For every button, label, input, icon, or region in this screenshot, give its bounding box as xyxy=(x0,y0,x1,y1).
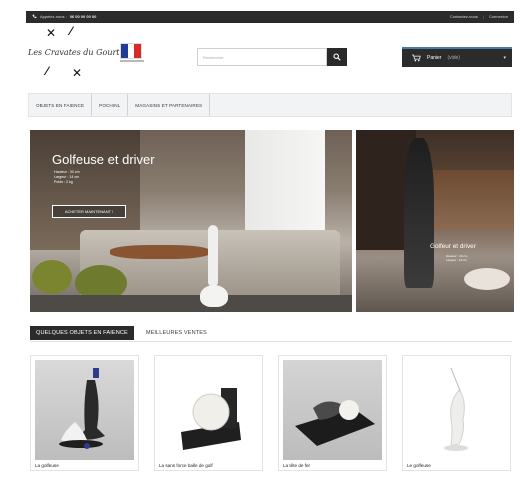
cart-count: (vide) xyxy=(447,55,460,61)
phone-info: Appelez-nous : 06 00 00 00 00 xyxy=(32,14,96,19)
product-image[interactable] xyxy=(159,360,258,460)
banner-golfer-statue xyxy=(404,138,434,288)
search-button[interactable] xyxy=(327,48,347,66)
golfeuse-statue xyxy=(444,367,468,451)
nav-item-magasins[interactable]: MAGASINS ET PARTENAIRES xyxy=(128,94,211,116)
product-name[interactable]: La tête de fer xyxy=(283,463,310,468)
chevron-down-icon: ▾ xyxy=(503,55,506,61)
flag-blue-stripe xyxy=(121,44,128,58)
banner-shelf xyxy=(426,170,514,230)
hero-banner-side[interactable]: Golfeur et driver Hauteur : 40 cm Largeu… xyxy=(356,130,514,312)
hero-banner-main[interactable]: Golfeuse et driver Hauteur : 30 cm Large… xyxy=(30,130,352,312)
product-card[interactable]: La golfeuse xyxy=(30,355,139,471)
golfeuse-figure xyxy=(59,368,105,449)
main-nav: OBJETS EN FAIENCE POCHINL MAGASINS ET PA… xyxy=(28,93,512,117)
page: Appelez-nous : 06 00 00 00 00 Contactez-… xyxy=(0,0,520,483)
flag-white-stripe xyxy=(127,44,135,58)
separator: | xyxy=(482,14,484,19)
banner-title: Golfeur et driver xyxy=(430,243,476,250)
phone-number[interactable]: 06 00 00 00 00 xyxy=(70,14,97,19)
banner-bowl xyxy=(464,268,510,290)
language-flag-icon[interactable] xyxy=(120,43,142,59)
banner-title: Golfeuse et driver xyxy=(52,152,155,167)
site-logo[interactable]: ✕ ⁄ Les Cravates du Gourt ⁄ ✕ xyxy=(28,24,120,84)
product-card[interactable]: La sans force balle de golf xyxy=(154,355,263,471)
buy-now-button[interactable]: ACHETER MAINTENANT ! xyxy=(52,205,126,218)
search-icon xyxy=(333,53,341,61)
product-tabs: QUELQUES OBJETS EN FAIENCE MEILLEURES VE… xyxy=(30,324,512,342)
logo-text: Les Cravates du Gourt xyxy=(28,48,120,57)
golf-swing-icon: ⁄ xyxy=(70,24,73,38)
flag-red-stripe xyxy=(134,44,142,58)
contact-link[interactable]: Contactez-nous xyxy=(450,14,478,19)
nav-item-pochinl[interactable]: POCHINL xyxy=(92,94,129,116)
product-image[interactable] xyxy=(283,360,382,460)
product-name[interactable]: La sans force balle de golf xyxy=(159,463,213,468)
product-image[interactable] xyxy=(407,360,506,460)
banner-spec: Largeur : 14 cm xyxy=(446,258,468,262)
product-card[interactable]: La tête de fer xyxy=(278,355,387,471)
search-input[interactable]: Rechercher xyxy=(197,48,327,66)
product-image[interactable] xyxy=(35,360,134,460)
signin-link[interactable]: Connexion xyxy=(489,14,508,19)
iron-head-sculpture xyxy=(295,400,375,446)
banner-specs: Hauteur : 30 cm Largeur : 14 cm Poids : … xyxy=(54,170,80,185)
banner-ottoman xyxy=(32,260,72,294)
cart-icon xyxy=(412,54,421,62)
banner-spec: Poids : 2 kg xyxy=(54,180,73,184)
banner-statue-base xyxy=(200,285,228,307)
phone-label: Appelez-nous : xyxy=(40,14,67,19)
product-card[interactable]: Le golfeuse xyxy=(402,355,511,471)
nav-item-objets-en-faience[interactable]: OBJETS EN FAIENCE xyxy=(29,94,93,116)
banner-specs: Hauteur : 40 cm Largeur : 14 cm xyxy=(446,254,467,262)
banner-table xyxy=(110,245,210,259)
phone-icon xyxy=(32,14,37,19)
product-name[interactable]: La golfeuse xyxy=(35,463,59,468)
product-name[interactable]: Le golfeuse xyxy=(407,463,431,468)
flag-caption xyxy=(120,60,144,62)
golf-club-icon: ✕ xyxy=(46,26,57,40)
golf-ball-bookend xyxy=(181,388,241,450)
tab-objets-en-faience[interactable]: QUELQUES OBJETS EN FAIENCE xyxy=(30,325,134,340)
tab-meilleures-ventes[interactable]: MEILLEURES VENTES xyxy=(134,326,213,340)
banner-statue xyxy=(208,225,218,287)
golf-club-icon: ⁄ xyxy=(46,64,49,78)
cart-button[interactable]: Panier (vide) ▾ xyxy=(402,47,512,67)
top-bar: Appelez-nous : 06 00 00 00 00 Contactez-… xyxy=(26,11,514,23)
golf-club-icon: ✕ xyxy=(72,66,83,80)
banner-window xyxy=(245,130,325,240)
banner-floor xyxy=(30,295,352,312)
top-links: Contactez-nous | Connexion xyxy=(450,14,508,19)
cart-label: Panier xyxy=(427,55,442,61)
